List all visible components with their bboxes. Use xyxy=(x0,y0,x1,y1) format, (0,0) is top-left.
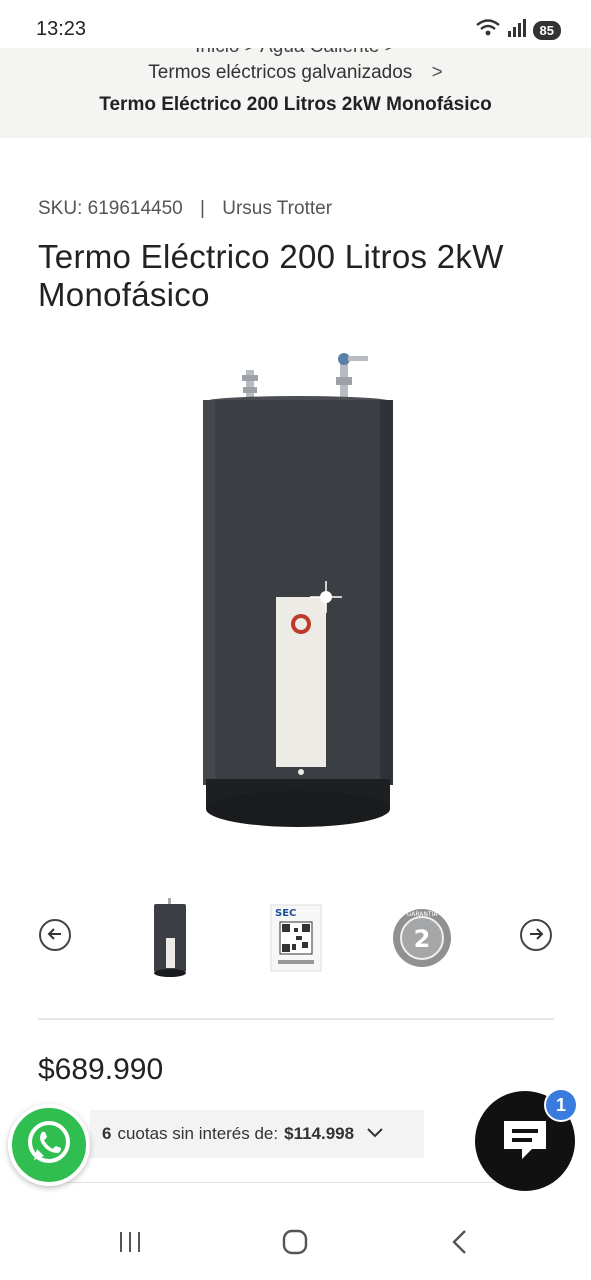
sku-divider: | xyxy=(200,198,205,219)
status-time: 13:23 xyxy=(36,18,87,40)
battery-icon: 85 xyxy=(532,20,561,40)
thumbnail-warranty-badge[interactable]: 2 GARANTIA xyxy=(382,893,462,983)
product-title: Termo Eléctrico 200 Litros 2kW Monofásic… xyxy=(38,238,504,313)
whatsapp-icon xyxy=(22,1116,76,1174)
breadcrumb-separator: > xyxy=(431,62,443,83)
thumbnail-sec-certificate[interactable]: SEC xyxy=(256,893,336,983)
home-button[interactable] xyxy=(275,1228,315,1260)
warranty-number: 2 xyxy=(414,925,431,953)
thumbnail-carousel: SEC 2 GARANTIA xyxy=(0,893,591,983)
divider xyxy=(38,1018,554,1020)
chat-icon xyxy=(500,1117,550,1165)
breadcrumb-category-link[interactable]: Termos eléctricos galvanizados xyxy=(148,62,412,83)
carousel-next-button[interactable] xyxy=(520,919,552,951)
product-price: $689.990 xyxy=(38,1053,164,1086)
chat-notification-badge: 1 xyxy=(544,1088,578,1122)
thumbnail-water-heater[interactable] xyxy=(130,893,210,983)
sec-logo-text: SEC xyxy=(275,908,296,919)
warranty-text: GARANTIA xyxy=(407,911,439,918)
status-icons: 85 xyxy=(475,18,561,42)
sku-line: SKU: 619614450 | Ursus Trotter xyxy=(38,198,332,220)
recents-button[interactable] xyxy=(110,1228,150,1260)
installments-text: cuotas sin interés de: xyxy=(117,1124,279,1143)
breadcrumb-current: Termo Eléctrico 200 Litros 2kW Monofásic… xyxy=(99,94,492,115)
carousel-prev-button[interactable] xyxy=(39,919,71,951)
breadcrumb-category-row: Termos eléctricos galvanizados > xyxy=(0,62,591,84)
installments-count: 6 xyxy=(102,1124,112,1143)
signal-icon xyxy=(507,18,527,42)
wifi-icon xyxy=(475,18,501,42)
recents-icon xyxy=(117,1230,143,1258)
chevron-down-icon xyxy=(366,1126,384,1142)
home-icon xyxy=(281,1228,309,1260)
brand-link[interactable]: Ursus Trotter xyxy=(222,198,332,219)
breadcrumb: Inicio > Agua Caliente > Termos eléctric… xyxy=(0,48,591,138)
arrow-left-icon xyxy=(47,926,63,945)
water-heater-image xyxy=(203,353,393,827)
whatsapp-button[interactable] xyxy=(8,1104,90,1186)
installments-dropdown[interactable]: 6 cuotas sin interés de: $114.998 xyxy=(90,1110,424,1158)
back-button[interactable] xyxy=(440,1228,480,1260)
main-product-image[interactable] xyxy=(180,345,420,845)
system-nav-bar xyxy=(0,1200,591,1280)
back-icon xyxy=(450,1228,470,1260)
arrow-right-icon xyxy=(528,926,544,945)
sku-label: SKU: 619614450 xyxy=(38,198,183,219)
divider-bottom xyxy=(38,1182,554,1183)
installments-amount: $114.998 xyxy=(284,1124,355,1143)
breadcrumb-clipped[interactable]: Inicio > Agua Caliente > xyxy=(0,48,591,58)
